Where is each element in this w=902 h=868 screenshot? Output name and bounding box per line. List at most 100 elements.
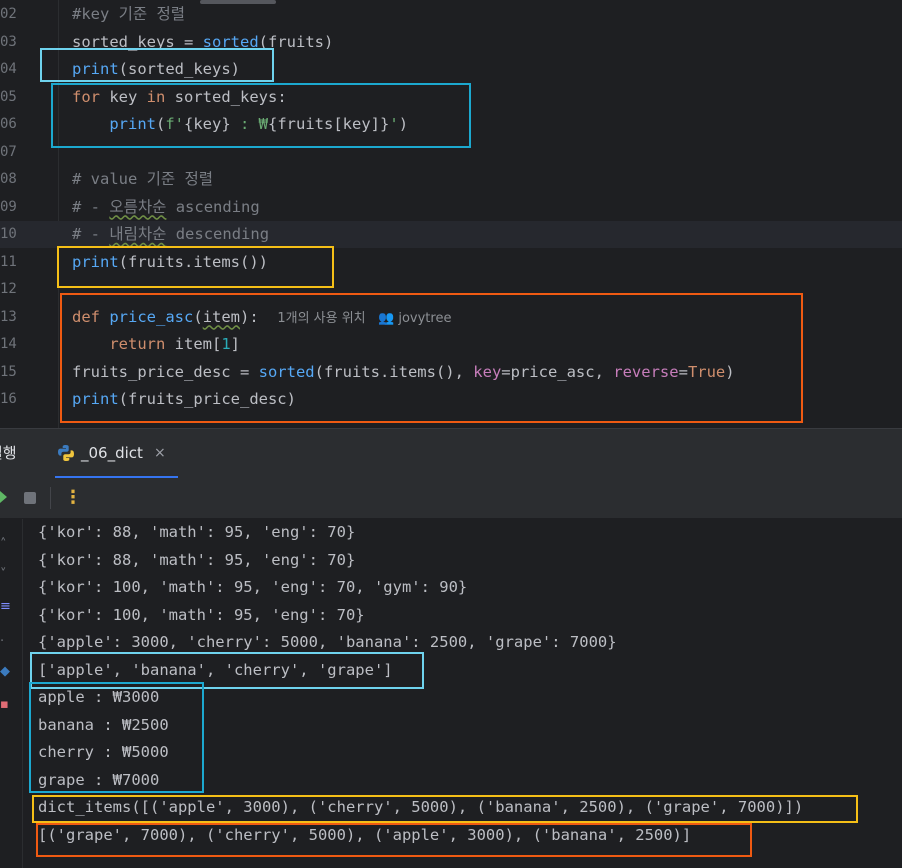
code-line[interactable]: 06 print(f'{key} : ₩{fruits[key]}') <box>0 111 902 138</box>
code-token: (fruits_price_desc) <box>118 390 296 408</box>
line-number: 05 <box>0 88 17 105</box>
soft-wrap-icon[interactable]: ≡ <box>0 599 11 615</box>
code-line[interactable]: 13 def price_asc(item): 1개의 사용 위치 👥 jovyt… <box>0 304 902 331</box>
stop-icon[interactable] <box>24 492 36 504</box>
rerun-icon[interactable] <box>0 491 7 503</box>
code-line[interactable]: 15 fruits_price_desc = sorted(fruits.item… <box>0 359 902 386</box>
console-output-line: {'kor': 88, 'math': 95, 'eng': 70} <box>38 550 356 569</box>
code-token: =price_asc, <box>501 362 614 381</box>
code-token: sorted_keys: <box>165 87 287 106</box>
code-text: print(f'{key} : ₩{fruits[key]}') <box>72 111 408 138</box>
line-number: 03 <box>0 33 17 50</box>
line-number: 07 <box>0 143 17 160</box>
console-output-line: grape : ₩7000 <box>38 770 160 789</box>
code-token: {fruits[key]} <box>268 115 390 133</box>
console-output-line: {'kor': 100, 'math': 95, 'eng': 70} <box>38 605 365 624</box>
code-text: print(fruits.items()) <box>72 249 268 276</box>
code-line[interactable]: 02 #key 기준 정렬 <box>0 1 902 28</box>
code-text: for key in sorted_keys: <box>72 84 287 111</box>
code-token: 1 <box>221 335 231 353</box>
tab-06-dict[interactable]: _06_dict × <box>55 429 178 479</box>
code-token: : ₩ <box>230 115 269 133</box>
code-text: return item[1] <box>72 331 240 358</box>
usage-hint[interactable]: 1개의 사용 위치 👥 jovytree <box>277 311 451 326</box>
code-token: print <box>72 390 119 408</box>
code-token: {key} <box>184 115 231 133</box>
run-console[interactable]: ˄ ˅ ≡ · ◆ ▪ {'kor': 88, 'math': 95, 'eng… <box>0 519 902 868</box>
code-line[interactable]: 14 return item[1] <box>0 331 902 358</box>
code-line[interactable]: 12 <box>0 276 902 303</box>
line-number: 16 <box>0 391 17 407</box>
code-token: price_asc <box>109 307 194 326</box>
more-options-icon[interactable]: ⋮ <box>64 478 82 518</box>
code-token: print <box>72 252 119 271</box>
code-token: fruits_price_desc = <box>72 362 259 381</box>
code-token: item <box>202 307 241 326</box>
code-token: # - <box>72 225 110 243</box>
code-token: ascending <box>166 197 260 216</box>
code-token: #key 기준 정렬 <box>72 5 186 23</box>
code-token: 오름차순 <box>109 197 167 216</box>
console-output-line: cherry : ₩5000 <box>38 743 169 761</box>
code-line[interactable]: 03 sorted_keys = sorted(fruits) <box>0 29 902 56</box>
console-output-line: {'apple': 3000, 'cherry': 5000, 'banana'… <box>38 633 617 651</box>
code-token: ] <box>230 335 241 353</box>
line-number: 06 <box>0 116 17 132</box>
code-line[interactable]: 05 for key in sorted_keys: <box>0 84 902 111</box>
run-tool-window-tabbar: 실행 _06_dict × <box>0 428 902 479</box>
code-token: = <box>678 362 688 381</box>
python-console-icon[interactable]: ◆ <box>0 664 10 680</box>
scroll-up-icon[interactable]: ˄ <box>0 537 7 553</box>
scroll-down-icon[interactable]: ˅ <box>0 567 7 583</box>
code-line[interactable]: 16 print(fruits_price_desc) <box>0 386 902 413</box>
console-output-line: {'kor': 100, 'math': 95, 'eng': 70, 'gym… <box>38 578 468 596</box>
console-sidebar: ˄ ˅ ≡ · ◆ ▪ <box>0 519 20 868</box>
line-number: 02 <box>0 6 17 22</box>
code-token: ( <box>193 307 203 326</box>
code-token: key <box>100 87 147 106</box>
line-number: 10 <box>0 226 17 242</box>
code-token: 내림차순 <box>109 225 167 243</box>
code-text: # - 내림차순 descending <box>72 221 269 248</box>
code-line[interactable]: 04 print(sorted_keys) <box>0 56 902 83</box>
code-text: # - 오름차순 ascending <box>72 194 260 221</box>
code-token: sorted <box>202 32 259 51</box>
run-toolbar: ⋮ <box>0 478 902 519</box>
code-token: # - <box>72 197 110 216</box>
line-number: 04 <box>0 61 17 77</box>
code-text: print(fruits_price_desc) <box>72 386 296 413</box>
clear-all-icon[interactable]: ▪ <box>0 697 9 713</box>
code-token: ) <box>725 362 735 381</box>
run-tool-window-title: 실행 <box>0 444 17 462</box>
console-divider <box>22 519 23 868</box>
code-token: (sorted_keys) <box>118 60 240 78</box>
code-line[interactable]: 08 # value 기준 정렬 <box>0 166 902 193</box>
line-number: 15 <box>0 363 17 380</box>
code-line[interactable]: 10 # - 내림차순 descending <box>0 221 902 248</box>
print-icon[interactable]: · <box>0 634 4 650</box>
code-token: descending <box>166 225 270 243</box>
console-output-line: apple : ₩3000 <box>38 688 160 706</box>
console-output-line: [('grape', 7000), ('cherry', 5000), ('ap… <box>38 825 692 844</box>
code-token: print <box>109 115 156 133</box>
toolbar-divider <box>50 487 51 509</box>
code-token: key <box>473 362 502 381</box>
code-line[interactable]: 09 # - 오름차순 ascending <box>0 194 902 221</box>
code-text: fruits_price_desc = sorted(fruits.items(… <box>72 359 735 386</box>
code-text: print(sorted_keys) <box>72 56 240 83</box>
console-output-line: ['apple', 'banana', 'cherry', 'grape'] <box>38 660 393 679</box>
code-token: return <box>109 335 166 353</box>
code-editor[interactable]: 02 #key 기준 정렬 03 sorted_keys = sorted(fruit… <box>0 0 902 428</box>
code-token: item[ <box>165 335 222 353</box>
code-line[interactable]: 07 <box>0 139 902 166</box>
python-icon <box>58 445 74 461</box>
code-text: # value 기준 정렬 <box>72 166 213 193</box>
code-token: reverse <box>613 362 679 381</box>
code-line[interactable]: 11 print(fruits.items()) <box>0 249 902 276</box>
code-token: in <box>146 87 166 106</box>
line-number: 08 <box>0 171 17 187</box>
close-icon[interactable]: × <box>154 429 166 478</box>
